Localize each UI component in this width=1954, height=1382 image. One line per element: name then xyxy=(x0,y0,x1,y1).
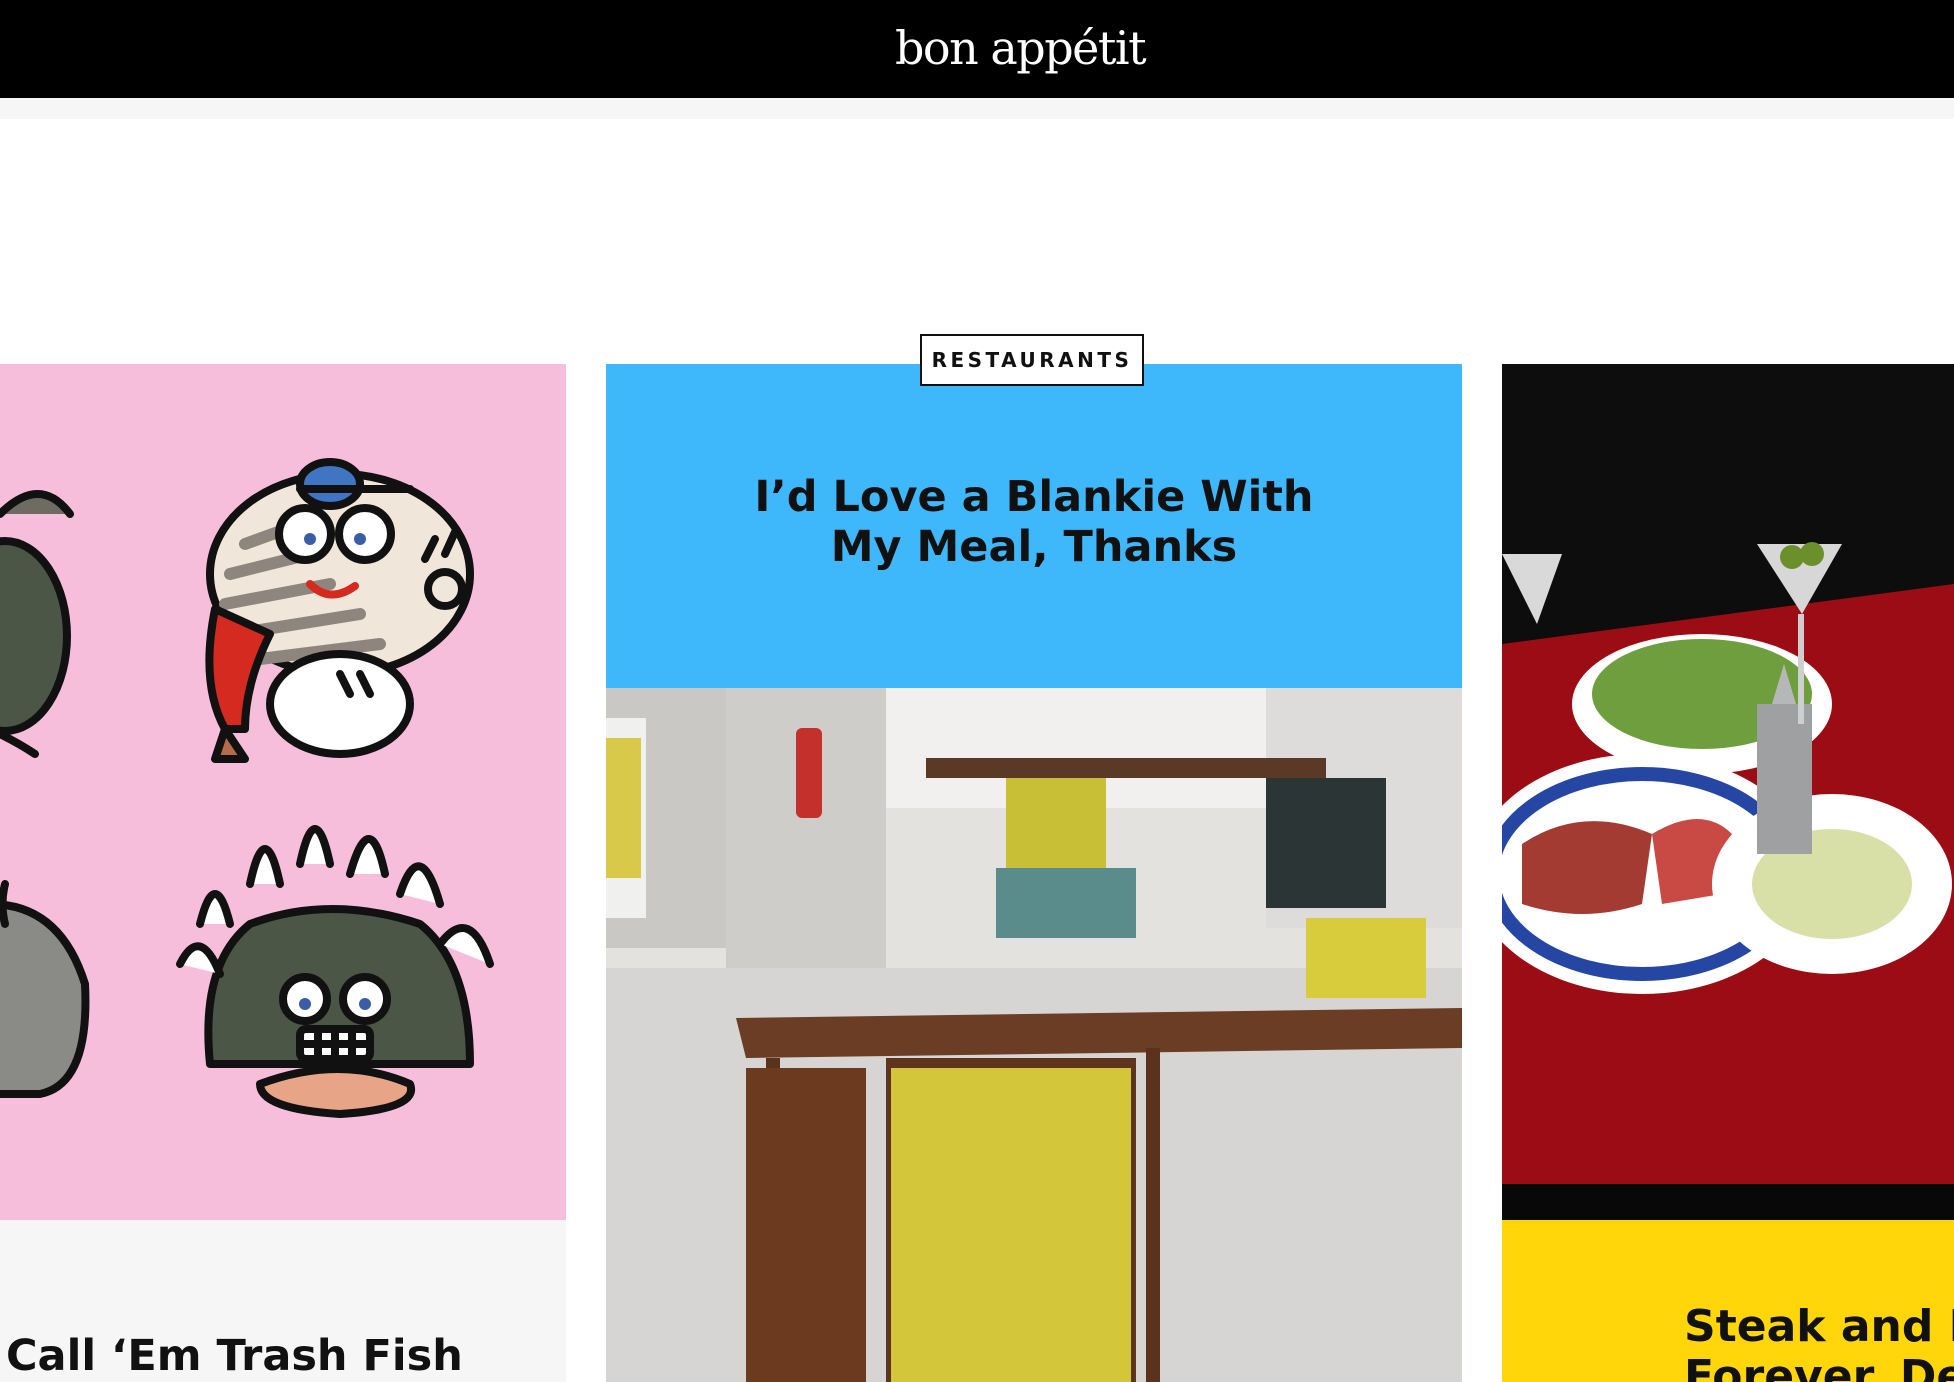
dining-room-image xyxy=(606,688,1462,1382)
trash-fish-headline[interactable]: Call ‘Em Trash Fish xyxy=(6,1330,463,1382)
steak-table-image xyxy=(1502,364,1954,1220)
site-header: bon appétit xyxy=(0,0,1954,98)
header-subbar xyxy=(0,98,1954,119)
trash-fish-illustration[interactable] xyxy=(0,364,566,1220)
site-logo[interactable]: bon appétit xyxy=(895,25,1147,71)
steak-dinner-photo[interactable] xyxy=(1502,364,1954,1220)
blankie-headline-panel[interactable]: I’d Love a Blankie With My Meal, Thanks xyxy=(606,364,1462,688)
steak-text-panel[interactable]: Steak and M Forever, Dea xyxy=(1502,1220,1954,1382)
restaurant-dining-room-photo[interactable] xyxy=(606,688,1462,1382)
blankie-headline[interactable]: I’d Love a Blankie With My Meal, Thanks xyxy=(606,472,1462,572)
cartoon-characters-image xyxy=(0,458,494,1118)
steak-headline[interactable]: Steak and M Forever, Dea xyxy=(1684,1302,1954,1382)
restaurants-tag[interactable]: RESTAURANTS xyxy=(920,334,1144,386)
